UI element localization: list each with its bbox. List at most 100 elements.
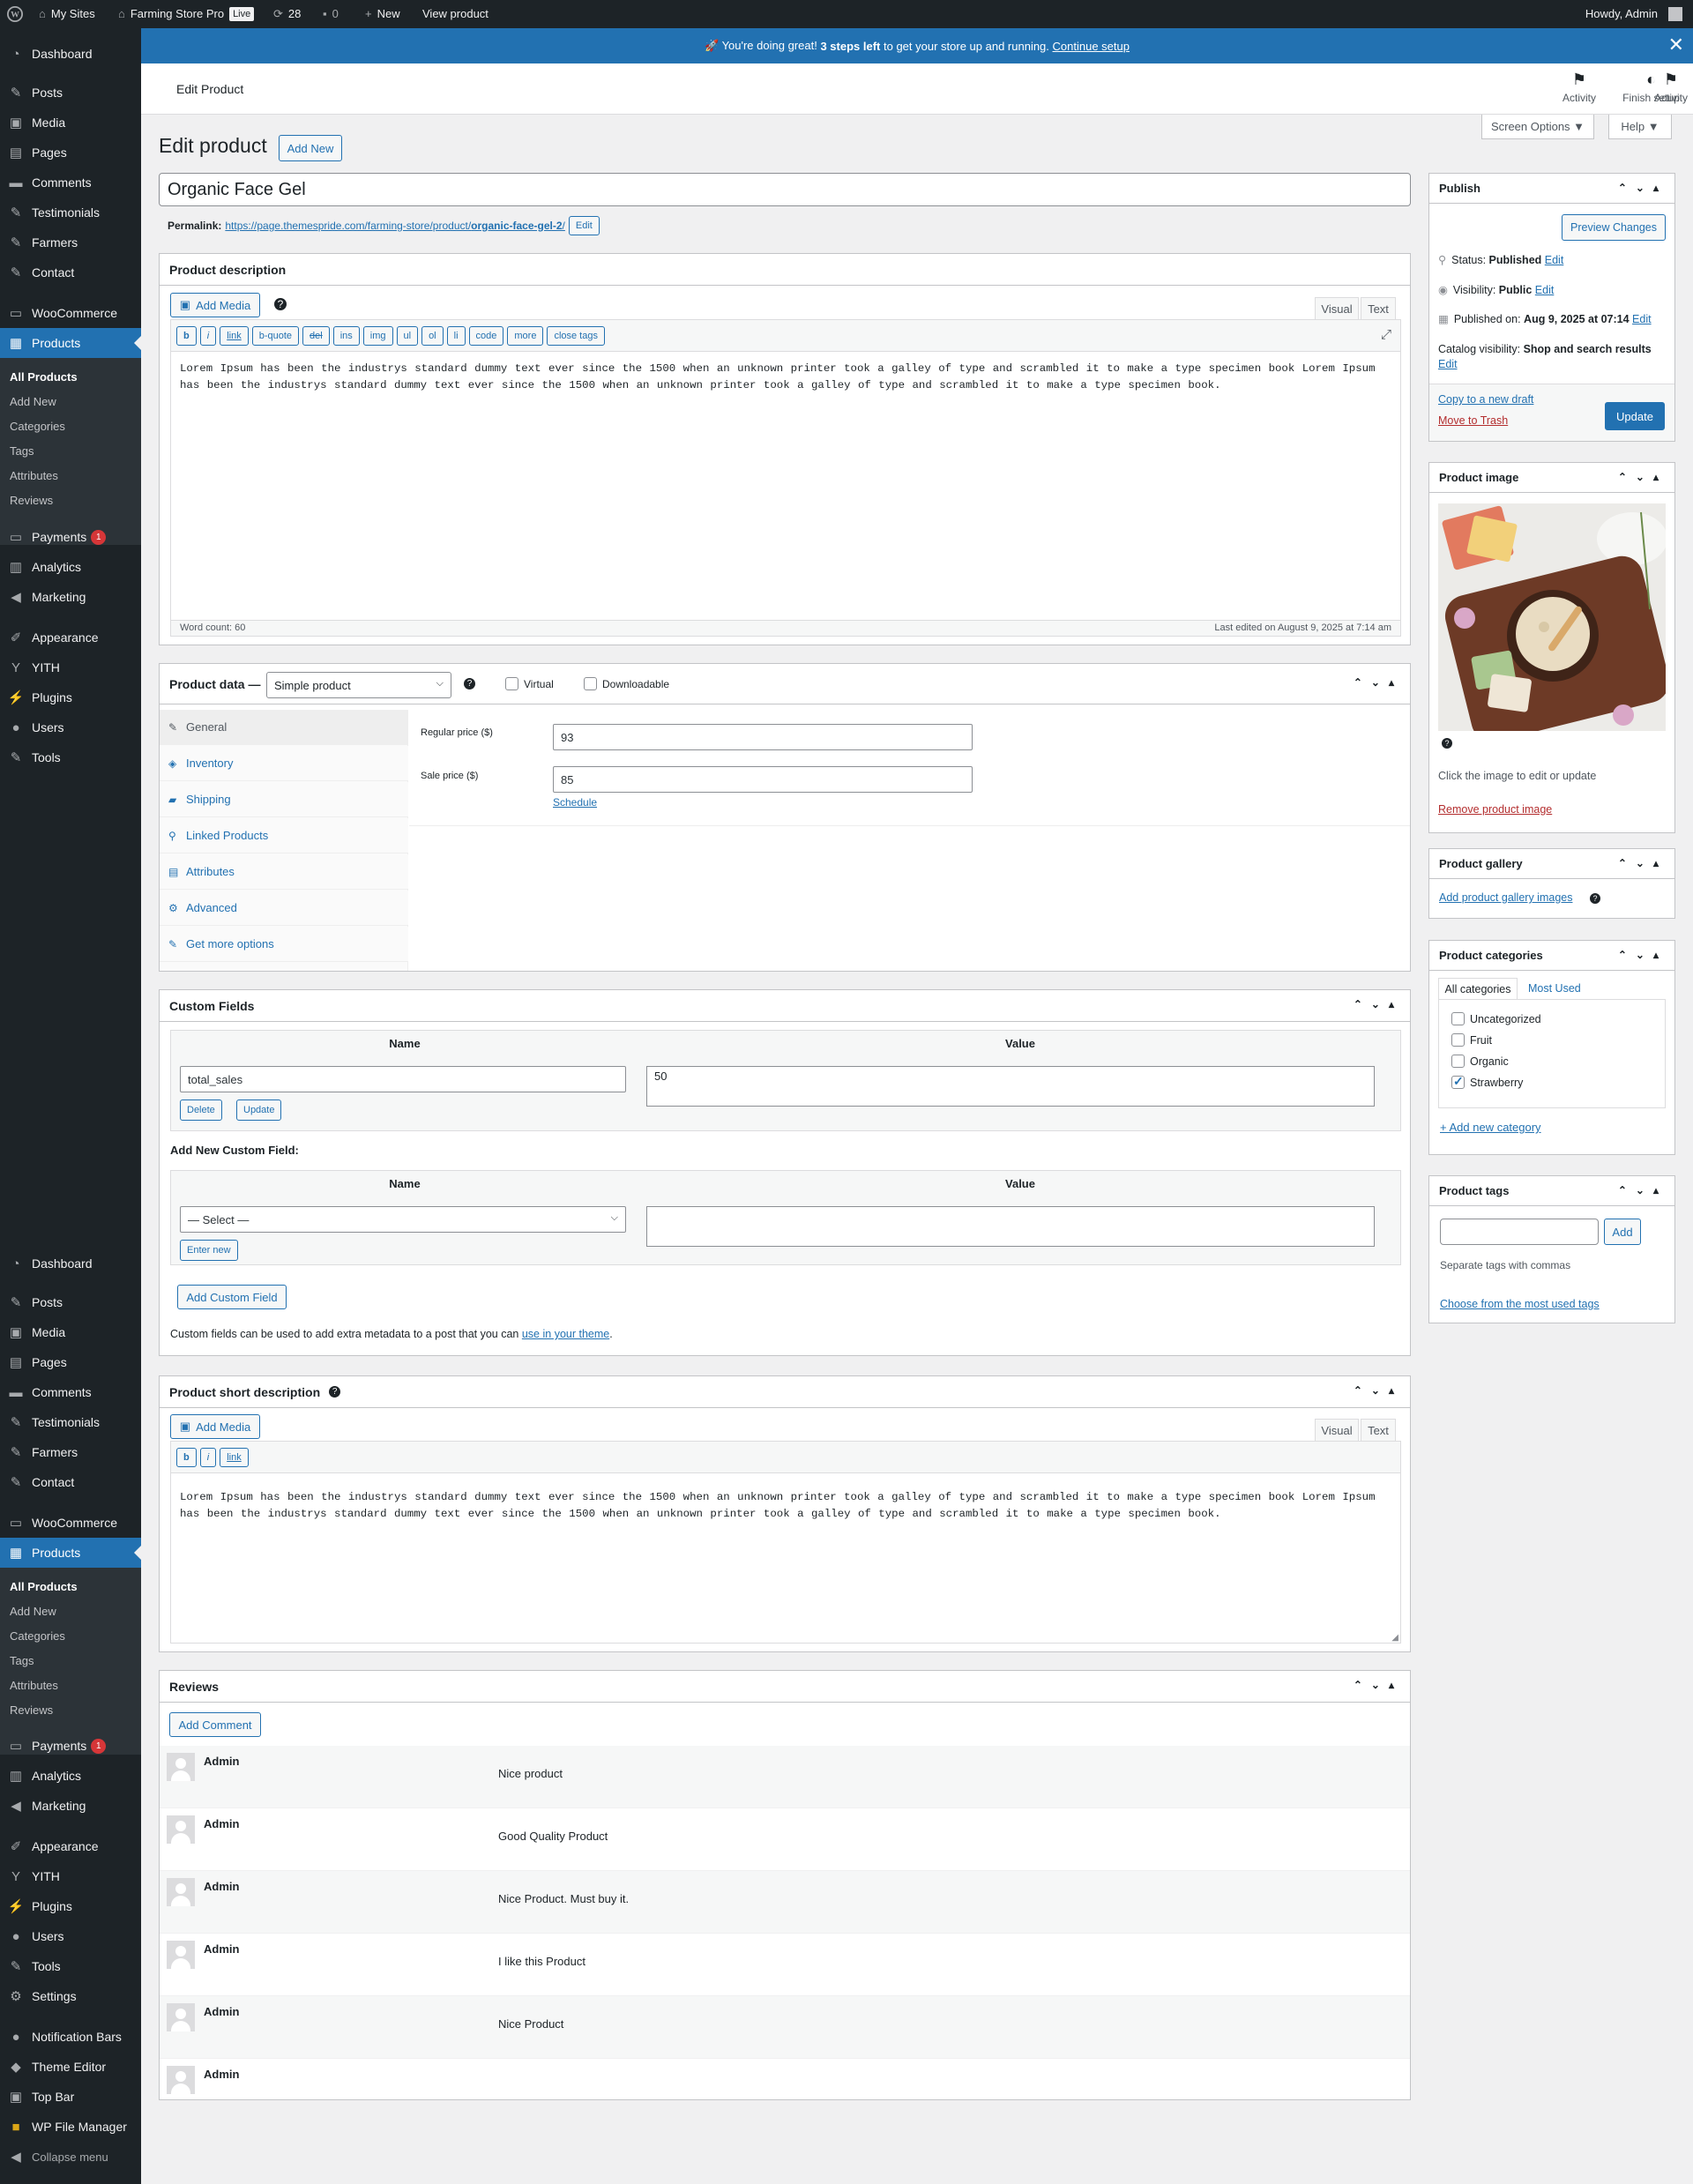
site-name-link[interactable]: ⌂ Farming Store Pro Live [118, 0, 255, 28]
qt-link[interactable]: link [220, 1448, 249, 1467]
menu-dashboard-2[interactable]: ◔ Dashboard [0, 1249, 141, 1278]
qt-bold[interactable]: b [176, 1448, 197, 1467]
add-gallery-images-link[interactable]: Add product gallery images [1439, 891, 1572, 904]
virtual-checkbox[interactable]: Virtual [505, 677, 554, 690]
qt-ul[interactable]: ul [396, 326, 419, 346]
menu-top-bar[interactable]: ▣ Top Bar [0, 2082, 141, 2112]
qt-more[interactable]: more [507, 326, 544, 346]
category-checkbox[interactable] [1451, 1012, 1465, 1025]
my-sites-link[interactable]: ⌂ My Sites [39, 0, 95, 28]
tab-inventory[interactable]: ◈ Inventory [160, 746, 408, 781]
regular-price-input[interactable]: 93 [553, 724, 973, 750]
help-icon[interactable]: ? [1590, 893, 1600, 904]
menu-payments[interactable]: ▭ Payments 1 [0, 522, 141, 552]
meta-value-textarea[interactable] [646, 1206, 1375, 1247]
menu-appearance[interactable]: ✐ Appearance [0, 622, 141, 652]
continue-setup-link[interactable]: Continue setup [1053, 40, 1130, 53]
new-content-link[interactable]: + New [365, 0, 400, 28]
menu-posts-2[interactable]: ✎ Posts [0, 1287, 141, 1317]
short-description-textarea[interactable]: Lorem Ipsum has been the industrys stand… [180, 1489, 1393, 1523]
product-type-select[interactable]: Simple product ⌵ [266, 672, 451, 698]
custom-field-name-input[interactable]: total_sales [180, 1066, 626, 1092]
tab-text[interactable]: Text [1361, 297, 1396, 320]
submenu-tags-2[interactable]: Tags [0, 1649, 141, 1673]
resize-handle-icon[interactable]: ◢ [1391, 1633, 1398, 1643]
menu-users-2[interactable]: ● Users [0, 1921, 141, 1951]
use-in-theme-link[interactable]: use in your theme [522, 1328, 609, 1340]
new-tag-input[interactable] [1440, 1219, 1599, 1245]
virtual-checkbox-box[interactable] [505, 677, 518, 690]
submenu-attributes[interactable]: Attributes [0, 464, 141, 488]
menu-settings[interactable]: ⚙ Settings [0, 1981, 141, 2011]
box-controls[interactable]: ⌃⌄▴ [1618, 471, 1667, 483]
wordpress-logo-icon[interactable]: W [7, 0, 23, 28]
menu-users[interactable]: ● Users [0, 712, 141, 742]
description-textarea[interactable]: Lorem Ipsum has been the industrys stand… [180, 361, 1393, 394]
menu-dashboard[interactable]: ◔ Dashboard [0, 39, 141, 69]
category-checkbox[interactable] [1451, 1033, 1465, 1047]
box-controls[interactable]: ⌃⌄▴ [1354, 1679, 1403, 1691]
menu-theme-editor[interactable]: ◆ Theme Editor [0, 2052, 141, 2082]
add-new-button[interactable]: Add New [279, 135, 342, 161]
menu-testimonials[interactable]: ✎ Testimonials [0, 198, 141, 227]
menu-farmers-2[interactable]: ✎ Farmers [0, 1437, 141, 1467]
collapse-menu[interactable]: ◀ Collapse menu [0, 2142, 141, 2172]
menu-comments-2[interactable]: ▬ Comments [0, 1377, 141, 1407]
menu-plugins[interactable]: ⚡ Plugins [0, 682, 141, 712]
move-to-trash-link[interactable]: Move to Trash [1438, 414, 1508, 427]
menu-farmers[interactable]: ✎ Farmers [0, 227, 141, 257]
product-title-input[interactable]: Organic Face Gel [159, 173, 1411, 206]
screen-options-tab[interactable]: Screen Options ▼ [1481, 115, 1594, 139]
updates-link[interactable]: ⟳ 28 [273, 0, 301, 28]
tab-linked-products[interactable]: ⚲ Linked Products [160, 818, 408, 853]
tab-text[interactable]: Text [1361, 1419, 1396, 1442]
delete-button[interactable]: Delete [180, 1099, 222, 1121]
tab-attributes[interactable]: ▤ Attributes [160, 854, 408, 890]
menu-pages[interactable]: ▤ Pages [0, 138, 141, 168]
qt-italic[interactable]: i [199, 1448, 217, 1467]
sale-price-input[interactable]: 85 [553, 766, 973, 793]
menu-payments-2[interactable]: ▭ Payments 1 [0, 1731, 141, 1761]
box-controls[interactable]: ⌃⌄▴ [1618, 182, 1667, 194]
category-item[interactable]: Fruit [1451, 1033, 1492, 1047]
help-icon[interactable]: ? [274, 298, 287, 310]
finish-setup-button[interactable]: ◐ Finish setup [1618, 71, 1684, 104]
qt-code[interactable]: code [468, 326, 504, 346]
help-icon[interactable]: ? [329, 1386, 341, 1398]
menu-pages-2[interactable]: ▤ Pages [0, 1347, 141, 1377]
category-item[interactable]: Organic [1451, 1055, 1509, 1068]
menu-tools-2[interactable]: ✎ Tools [0, 1951, 141, 1981]
box-controls[interactable]: ⌃⌄▴ [1354, 998, 1403, 1010]
menu-yith-2[interactable]: Y YITH [0, 1861, 141, 1891]
submenu-add-new[interactable]: Add New [0, 390, 141, 414]
box-controls[interactable]: ⌃⌄▴ [1618, 1184, 1667, 1196]
my-account[interactable]: Howdy, Admin [1585, 0, 1682, 28]
menu-woocommerce[interactable]: ▭ WooCommerce [0, 298, 141, 328]
qt-italic[interactable]: i [199, 326, 217, 346]
box-controls[interactable]: ⌃⌄▴ [1354, 676, 1403, 689]
view-product-link[interactable]: View product [422, 0, 489, 28]
status-edit-link[interactable]: Edit [1545, 254, 1564, 266]
category-checkbox[interactable] [1451, 1074, 1465, 1089]
qt-ins[interactable]: ins [332, 326, 360, 346]
activity-button-2[interactable]: ⚑ Activity [1548, 71, 1610, 104]
add-media-button[interactable]: ▣ Add Media [170, 1414, 260, 1439]
submenu-add-new-2[interactable]: Add New [0, 1599, 141, 1624]
update-button[interactable]: Update [236, 1099, 282, 1121]
menu-analytics-2[interactable]: ▥ Analytics [0, 1761, 141, 1791]
menu-media[interactable]: ▣ Media [0, 108, 141, 138]
qt-ol[interactable]: ol [421, 326, 444, 346]
copy-draft-link[interactable]: Copy to a new draft [1438, 393, 1533, 406]
menu-plugins-2[interactable]: ⚡ Plugins [0, 1891, 141, 1921]
enter-new-button[interactable]: Enter new [180, 1240, 238, 1261]
menu-notification-bars[interactable]: ● Notification Bars [0, 2022, 141, 2052]
custom-field-value-textarea[interactable]: 50 [646, 1066, 1375, 1107]
menu-testimonials-2[interactable]: ✎ Testimonials [0, 1407, 141, 1437]
tab-shipping[interactable]: ▰ Shipping [160, 782, 408, 817]
submenu-tags[interactable]: Tags [0, 439, 141, 464]
qt-bquote[interactable]: b-quote [251, 326, 300, 346]
menu-posts[interactable]: ✎ Posts [0, 78, 141, 108]
close-icon[interactable]: ✕ [1668, 34, 1684, 56]
tab-most-used[interactable]: Most Used [1528, 982, 1581, 995]
downloadable-checkbox[interactable]: Downloadable [584, 677, 669, 690]
